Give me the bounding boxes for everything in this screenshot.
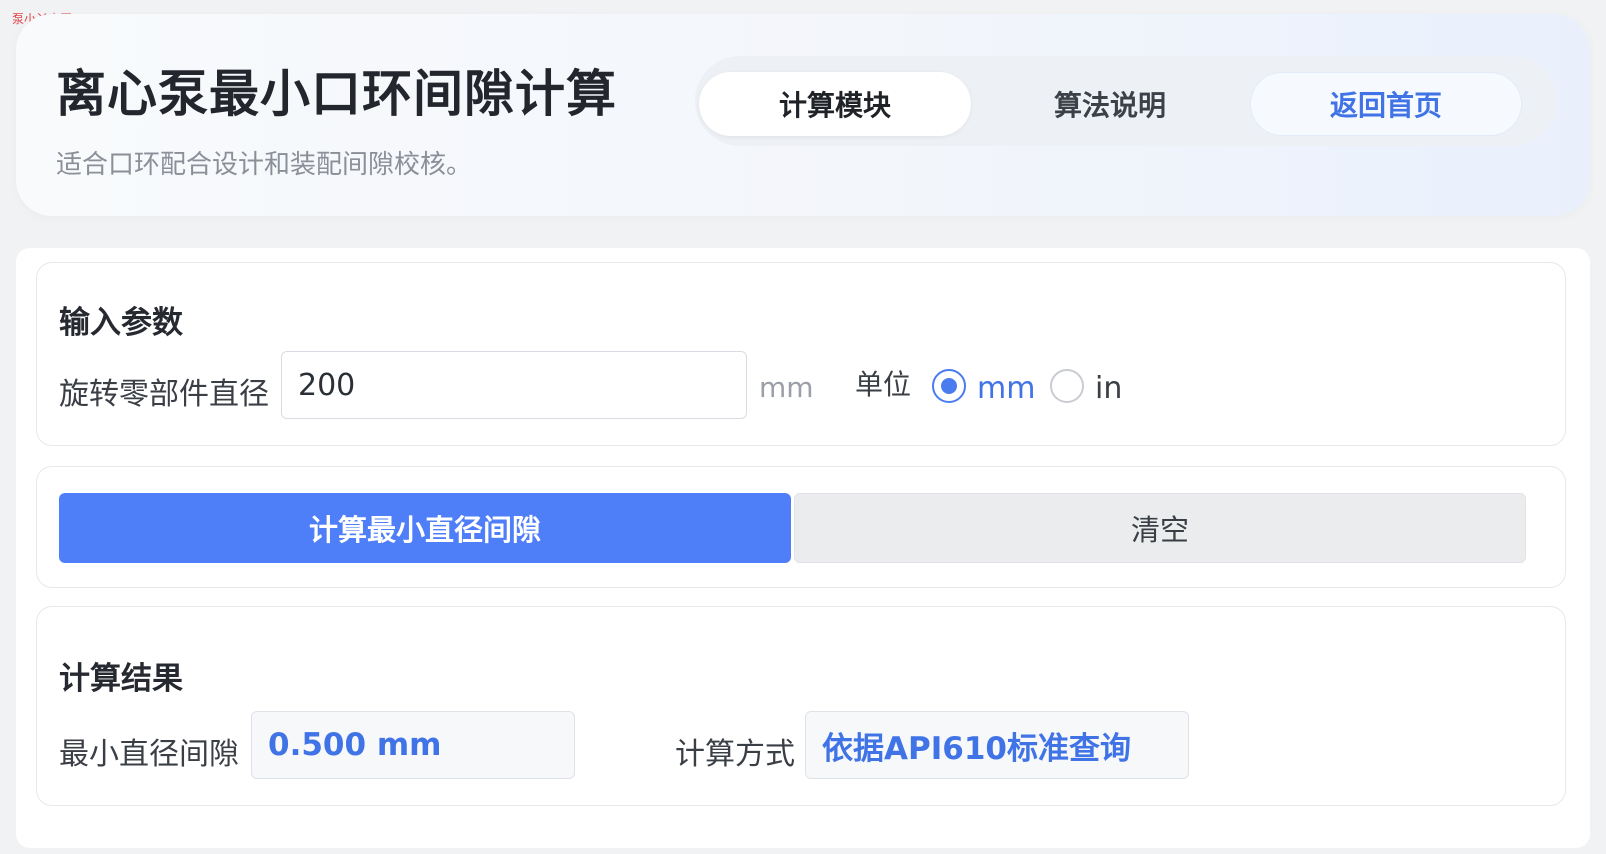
diameter-input[interactable]: [281, 351, 747, 419]
tab-algorithm-description[interactable]: 算法说明: [974, 72, 1246, 136]
clearance-label: 最小直径间隙: [59, 737, 239, 772]
diameter-unit: mm: [759, 371, 814, 404]
unit-radio-mm-label[interactable]: mm: [977, 371, 1035, 406]
unit-label: 单位: [855, 368, 912, 401]
unit-radio-in-label[interactable]: in: [1095, 371, 1122, 406]
result-section-title: 计算结果: [59, 661, 183, 697]
actions-card: 计算最小直径间隙 清空: [36, 466, 1566, 588]
input-parameters-card: 输入参数 旋转零部件直径 mm 单位 mm in: [36, 262, 1566, 446]
tab-calculation-module[interactable]: 计算模块: [699, 72, 971, 136]
page-header: 离心泵最小口环间隙计算 适合口环配合设计和装配间隙校核。 计算模块 算法说明 返…: [16, 14, 1590, 216]
result-card: 计算结果 最小直径间隙 0.500 mm 计算方式 依据API610标准查询: [36, 606, 1566, 806]
clearance-result: 0.500 mm: [251, 711, 575, 779]
unit-radio-mm[interactable]: [932, 369, 966, 403]
page-title: 离心泵最小口环间隙计算: [56, 65, 617, 123]
unit-radio-in[interactable]: [1050, 369, 1084, 403]
calculate-button[interactable]: 计算最小直径间隙: [59, 493, 791, 563]
tab-back-home[interactable]: 返回首页: [1250, 72, 1522, 136]
input-section-title: 输入参数: [59, 305, 183, 341]
method-label: 计算方式: [675, 737, 795, 772]
clear-button[interactable]: 清空: [794, 493, 1526, 563]
diameter-label: 旋转零部件直径: [59, 377, 269, 412]
page-subtitle: 适合口环配合设计和装配间隙校核。: [56, 150, 473, 180]
main-panel: 输入参数 旋转零部件直径 mm 单位 mm in 计算最小直径间隙 清空 计算结…: [16, 248, 1590, 848]
tab-bar: 计算模块 算法说明 返回首页: [695, 56, 1557, 146]
method-result: 依据API610标准查询: [805, 711, 1189, 779]
